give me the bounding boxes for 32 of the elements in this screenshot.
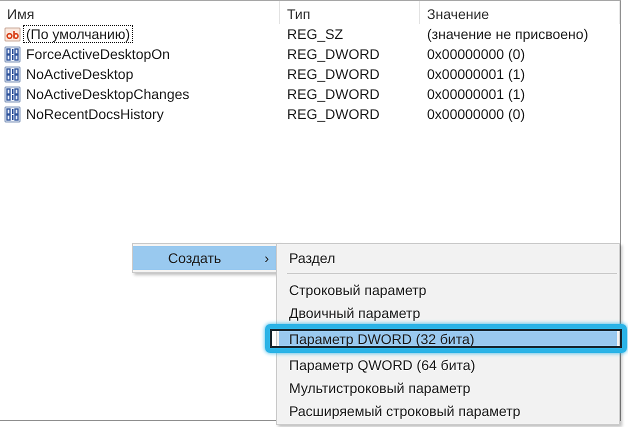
column-header[interactable]: Тип — [280, 1, 420, 24]
value-type: REG_DWORD — [286, 65, 381, 84]
value-name[interactable]: NoRecentDocsHistory — [23, 105, 167, 123]
value-name[interactable]: NoActiveDesktopChanges — [23, 85, 192, 103]
value-name[interactable]: (По умолчанию) — [23, 25, 134, 43]
menu-item[interactable]: Расширяемый строковый параметр — [279, 399, 617, 422]
value-data: 0x00000000 (0) — [426, 105, 526, 124]
binary-value-icon — [4, 46, 21, 62]
menu-item[interactable]: Раздел — [279, 246, 617, 269]
binary-value-icon — [4, 86, 21, 102]
binary-value-icon — [4, 66, 21, 82]
value-name[interactable]: NoActiveDesktop — [23, 65, 136, 83]
column-header[interactable]: Значение — [420, 1, 620, 24]
menu-item[interactable]: Мультистроковый параметр — [279, 376, 617, 399]
value-type: REG_DWORD — [286, 85, 381, 104]
submenu-caret: › — [264, 250, 269, 266]
value-type: REG_SZ — [286, 25, 344, 44]
value-type: REG_DWORD — [286, 45, 381, 64]
string-value-icon — [4, 26, 21, 42]
value-data: 0x00000001 (1) — [426, 65, 526, 84]
value-type: REG_DWORD — [286, 105, 381, 124]
menu-item-label: Создать — [168, 250, 222, 266]
value-data: (значение не присвоено) — [426, 25, 590, 44]
binary-value-icon — [4, 106, 21, 122]
menu-item[interactable]: Двоичный параметр — [279, 301, 617, 324]
menu-item[interactable]: Создать › — [133, 246, 279, 270]
value-name[interactable]: ForceActiveDesktopOn — [23, 45, 173, 63]
menu-item[interactable]: Строковый параметр — [279, 278, 617, 301]
value-data: 0x00000001 (1) — [426, 85, 526, 104]
value-data: 0x00000000 (0) — [426, 45, 526, 64]
menu-item[interactable]: Параметр QWORD (64 бита) — [279, 353, 617, 376]
column-header[interactable]: Имя — [0, 1, 280, 24]
